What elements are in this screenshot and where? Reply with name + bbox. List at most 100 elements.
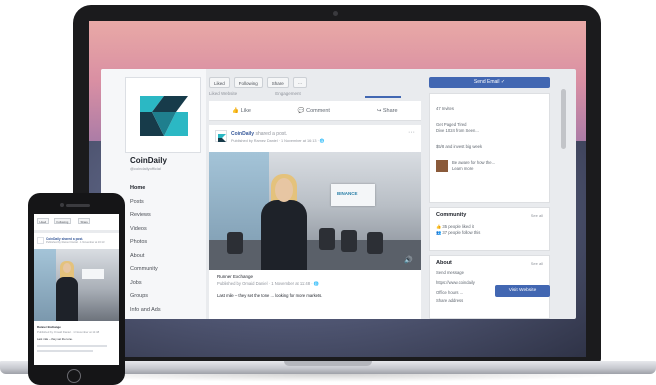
like-comment-share-bar: 👍 Like 💬 Comment ↪ Share [209, 101, 421, 121]
subtab-liked-website[interactable]: Liked Website [209, 91, 237, 96]
stat-line: $5/8 and invest big week [436, 144, 483, 149]
chair-decor [227, 232, 243, 254]
page-actions: Liked Following Share ··· [209, 77, 308, 89]
post-author-name[interactable]: CoinDaily [231, 131, 254, 137]
post-meta: Published by Ramez Daniel · 1 November a… [231, 139, 325, 143]
chair-decor [341, 230, 357, 252]
stat-line: 47 Invites [436, 106, 454, 111]
phone-presenter-body [56, 277, 78, 321]
phone-video-window [34, 249, 56, 321]
phone-shared-meta: Published by Omaid Daniel · 1 November a… [37, 330, 100, 334]
community-item: 👥 37 people follow this [436, 230, 543, 236]
phone-home-button[interactable] [67, 369, 81, 383]
shared-post-title[interactable]: Runner Exchange [217, 274, 253, 279]
share-button[interactable]: Share [266, 77, 289, 88]
share-label: Share [382, 107, 398, 114]
page-logo[interactable] [125, 77, 201, 153]
presenter-head [275, 178, 293, 202]
comment-label: Comment [306, 107, 330, 114]
page-nav: Home Posts Reviews Videos Photos About C… [130, 182, 200, 317]
liked-button[interactable]: Liked [209, 77, 230, 88]
share-action-button[interactable]: ↪ Share [377, 108, 398, 114]
nav-item-about[interactable]: About [130, 250, 200, 264]
post-author[interactable]: CoinDaily shared a post. [231, 131, 287, 137]
active-tab-indicator [365, 96, 401, 98]
post-options-icon[interactable]: ··· [408, 129, 415, 136]
sub-tabs: Liked Website Engagement [209, 91, 421, 98]
scrollbar[interactable] [561, 89, 566, 149]
community-box: Community See all 👍 35 people liked it 👥… [429, 207, 550, 251]
phone-post-body: Last mile – they set the tone. [37, 337, 73, 341]
phone-feed-post: CoinDaily shared a post. Published by Ra… [34, 233, 119, 365]
facebook-page: CoinDaily @coindailyofficial Home Posts … [101, 69, 576, 319]
follow-icon: 👥 [436, 230, 442, 235]
ad-line: Learn more [452, 166, 474, 171]
visit-website-button[interactable]: Visit Website [495, 285, 550, 297]
nav-item-photos[interactable]: Photos [130, 236, 200, 250]
shared-post-meta: Published by Omaid Daniel · 1 November a… [217, 281, 319, 286]
coindaily-logo-icon [140, 96, 188, 136]
send-email-button[interactable]: Send Email ✓ [429, 77, 550, 88]
nav-item-reviews[interactable]: Reviews [130, 209, 200, 223]
video-sign-text: BINANCE [337, 191, 358, 196]
post-action: shared a post. [255, 131, 288, 137]
about-title: About [436, 260, 452, 266]
phone-presenter-head [63, 263, 71, 273]
subtab-engagement[interactable]: Engagement [275, 91, 301, 96]
chair-decor [367, 232, 383, 254]
volume-icon[interactable]: 🔊 [404, 256, 413, 264]
phone-device: Liked Following Share CoinDaily shared a… [28, 193, 125, 385]
post-body: Last mile – they set the tone ... lookin… [217, 293, 323, 298]
nav-item-posts[interactable]: Posts [130, 196, 200, 210]
community-item-label: 37 people follow this [442, 230, 481, 235]
about-see-all[interactable]: See all [531, 261, 543, 266]
presenter-body [261, 200, 307, 270]
about-item[interactable]: Send message [436, 270, 543, 276]
stat-line: Dive 1024 from Seen... [436, 128, 479, 133]
feed-post: CoinDaily shared a post. Published by Ra… [209, 125, 421, 319]
phone-camera [60, 203, 64, 207]
nav-item-videos[interactable]: Videos [130, 223, 200, 237]
post-avatar[interactable] [215, 130, 227, 142]
like-button[interactable]: 👍 Like [232, 108, 250, 114]
post-video[interactable]: BINANCE 🔊 [209, 152, 421, 270]
laptop-camera [333, 11, 338, 16]
phone-text-placeholder [37, 345, 107, 347]
community-see-all[interactable]: See all [531, 213, 543, 218]
page-main: Liked Following Share ··· Liked Website … [209, 69, 421, 319]
ad-thumbnail [436, 160, 448, 172]
nav-item-info-ads[interactable]: Info and Ads [130, 304, 200, 318]
like-icon: 👍 [436, 224, 442, 229]
phone-screen: Liked Following Share CoinDaily shared a… [34, 214, 119, 365]
about-item: Share address [436, 298, 464, 303]
following-button[interactable]: Following [233, 77, 263, 88]
more-button[interactable]: ··· [292, 77, 308, 88]
nav-item-jobs[interactable]: Jobs [130, 277, 200, 291]
phone-liked-button[interactable]: Liked [37, 218, 49, 224]
phone-post-video[interactable] [34, 249, 119, 321]
phone-post-avatar[interactable] [37, 237, 44, 244]
phone-post-meta: Published by Ramez Daniel · 1 November a… [46, 241, 105, 244]
phone-share-button[interactable]: Share [78, 218, 91, 224]
like-label: Like [240, 107, 251, 114]
comment-button[interactable]: 💬 Comment [298, 108, 330, 114]
device-mockup: CoinDaily @coindailyofficial Home Posts … [0, 0, 656, 385]
ad-row[interactable]: Be aware for how the... Learn more [436, 160, 543, 172]
phone-speaker [66, 204, 90, 207]
community-title: Community [436, 212, 467, 218]
page-handle: @coindailyofficial [130, 166, 161, 171]
phone-following-button[interactable]: Following [54, 218, 71, 224]
phone-text-placeholder [37, 350, 93, 352]
nav-item-home[interactable]: Home [130, 182, 200, 196]
chair-decor [319, 228, 335, 250]
community-item-label: 35 people liked it [442, 224, 474, 229]
coindaily-avatar-icon [218, 134, 226, 142]
page-name[interactable]: CoinDaily [130, 156, 167, 165]
phone-video-sign [82, 269, 104, 279]
phone-shared-title[interactable]: Runner Exchange [37, 325, 61, 329]
nav-item-groups[interactable]: Groups [130, 290, 200, 304]
laptop-notch [284, 361, 372, 366]
stats-box: 47 Invites Get Paged Tired Dive 1024 fro… [429, 93, 550, 203]
page-right-column: Send Email ✓ 47 Invites Get Paged Tired … [429, 69, 554, 319]
nav-item-community[interactable]: Community [130, 263, 200, 277]
